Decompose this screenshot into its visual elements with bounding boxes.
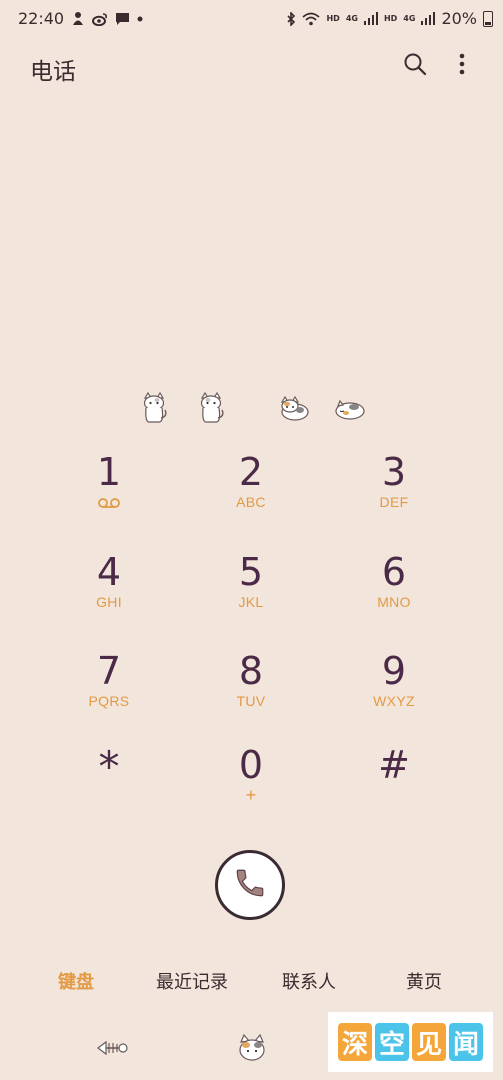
watermark-char: 闻 xyxy=(449,1023,483,1061)
key-digit: 3 xyxy=(381,450,407,494)
key-letters: PQRS xyxy=(88,693,130,709)
watermark-char: 见 xyxy=(412,1023,446,1061)
key-4[interactable]: 4 GHI xyxy=(54,550,164,636)
search-icon xyxy=(403,52,427,80)
4g-label: 4G xyxy=(345,13,358,23)
message-icon xyxy=(115,12,130,26)
key-digit: 4 xyxy=(96,550,122,594)
key-7[interactable]: 7 PQRS xyxy=(54,649,164,735)
watermark-char: 空 xyxy=(375,1023,409,1061)
status-bar: 22:40 HD 4G HD 4G 20% xyxy=(0,0,503,36)
tab-recents[interactable]: 最近记录 xyxy=(156,968,228,994)
bottom-tab-bar: 键盘 最近记录 联系人 黄页 xyxy=(0,968,503,1004)
weibo-icon xyxy=(92,12,108,26)
more-options-button[interactable] xyxy=(446,50,478,82)
notification-icon xyxy=(71,11,85,27)
key-digit: # xyxy=(378,743,410,787)
key-digit: 9 xyxy=(381,649,407,693)
sleeping-cat-icon xyxy=(334,398,366,424)
key-letters: WXYZ xyxy=(373,693,415,709)
status-left: 22:40 xyxy=(18,9,143,28)
watermark-logo: 深 空 见 闻 xyxy=(328,1012,493,1072)
sitting-cat-icon xyxy=(140,391,168,428)
key-letters: JKL xyxy=(238,594,264,610)
sitting-cat-icon xyxy=(197,391,225,428)
key-letters: DEF xyxy=(379,494,409,510)
status-right: HD 4G HD 4G 20% xyxy=(286,9,493,28)
voicemail-icon xyxy=(97,494,121,513)
page-title: 电话 xyxy=(30,59,76,85)
dot-icon xyxy=(137,16,143,22)
tab-keypad[interactable]: 键盘 xyxy=(58,968,94,994)
key-digit: 8 xyxy=(238,649,264,693)
fish-bone-icon xyxy=(96,1036,128,1064)
wifi-icon xyxy=(302,12,321,26)
key-0[interactable]: 0 + xyxy=(196,743,306,829)
hd-label: HD xyxy=(326,13,340,23)
lying-cat-icon xyxy=(278,395,310,426)
cat-decoration xyxy=(0,391,503,428)
key-digit: 2 xyxy=(238,450,264,494)
key-2[interactable]: 2 ABC xyxy=(196,450,306,536)
key-letters: + xyxy=(245,785,257,805)
signal-icon xyxy=(421,12,436,25)
cat-face-icon xyxy=(237,1033,267,1066)
bluetooth-icon xyxy=(286,11,296,26)
battery-percent: 20% xyxy=(441,9,477,28)
key-8[interactable]: 8 TUV xyxy=(196,649,306,735)
call-button[interactable] xyxy=(215,850,285,920)
more-vertical-icon xyxy=(459,53,465,79)
key-3[interactable]: 3 DEF xyxy=(339,450,449,536)
phone-icon xyxy=(233,866,267,904)
search-button[interactable] xyxy=(399,50,431,82)
key-letters: TUV xyxy=(236,693,266,709)
key-letters: GHI xyxy=(96,594,122,610)
status-time: 22:40 xyxy=(18,9,65,28)
key-digit: 1 xyxy=(96,450,122,494)
battery-icon xyxy=(483,10,493,27)
4g-label-2: 4G xyxy=(403,13,416,23)
key-9[interactable]: 9 WXYZ xyxy=(339,649,449,735)
hd-label-2: HD xyxy=(383,13,398,23)
key-letters: MNO xyxy=(377,594,411,610)
key-digit: 5 xyxy=(238,550,264,594)
key-digit: * xyxy=(98,742,120,791)
key-star[interactable]: * xyxy=(54,743,164,829)
tab-yellow-pages[interactable]: 黄页 xyxy=(406,968,442,994)
key-letters: ABC xyxy=(236,494,266,510)
key-6[interactable]: 6 MNO xyxy=(339,550,449,636)
key-1[interactable]: 1 xyxy=(54,450,164,536)
signal-icon xyxy=(363,12,378,25)
tab-contacts[interactable]: 联系人 xyxy=(282,968,336,994)
watermark-char: 深 xyxy=(338,1023,372,1061)
key-hash[interactable]: # xyxy=(339,743,449,829)
key-digit: 7 xyxy=(96,649,122,693)
key-digit: 6 xyxy=(381,550,407,594)
key-5[interactable]: 5 JKL xyxy=(196,550,306,636)
key-digit: 0 xyxy=(238,743,264,787)
